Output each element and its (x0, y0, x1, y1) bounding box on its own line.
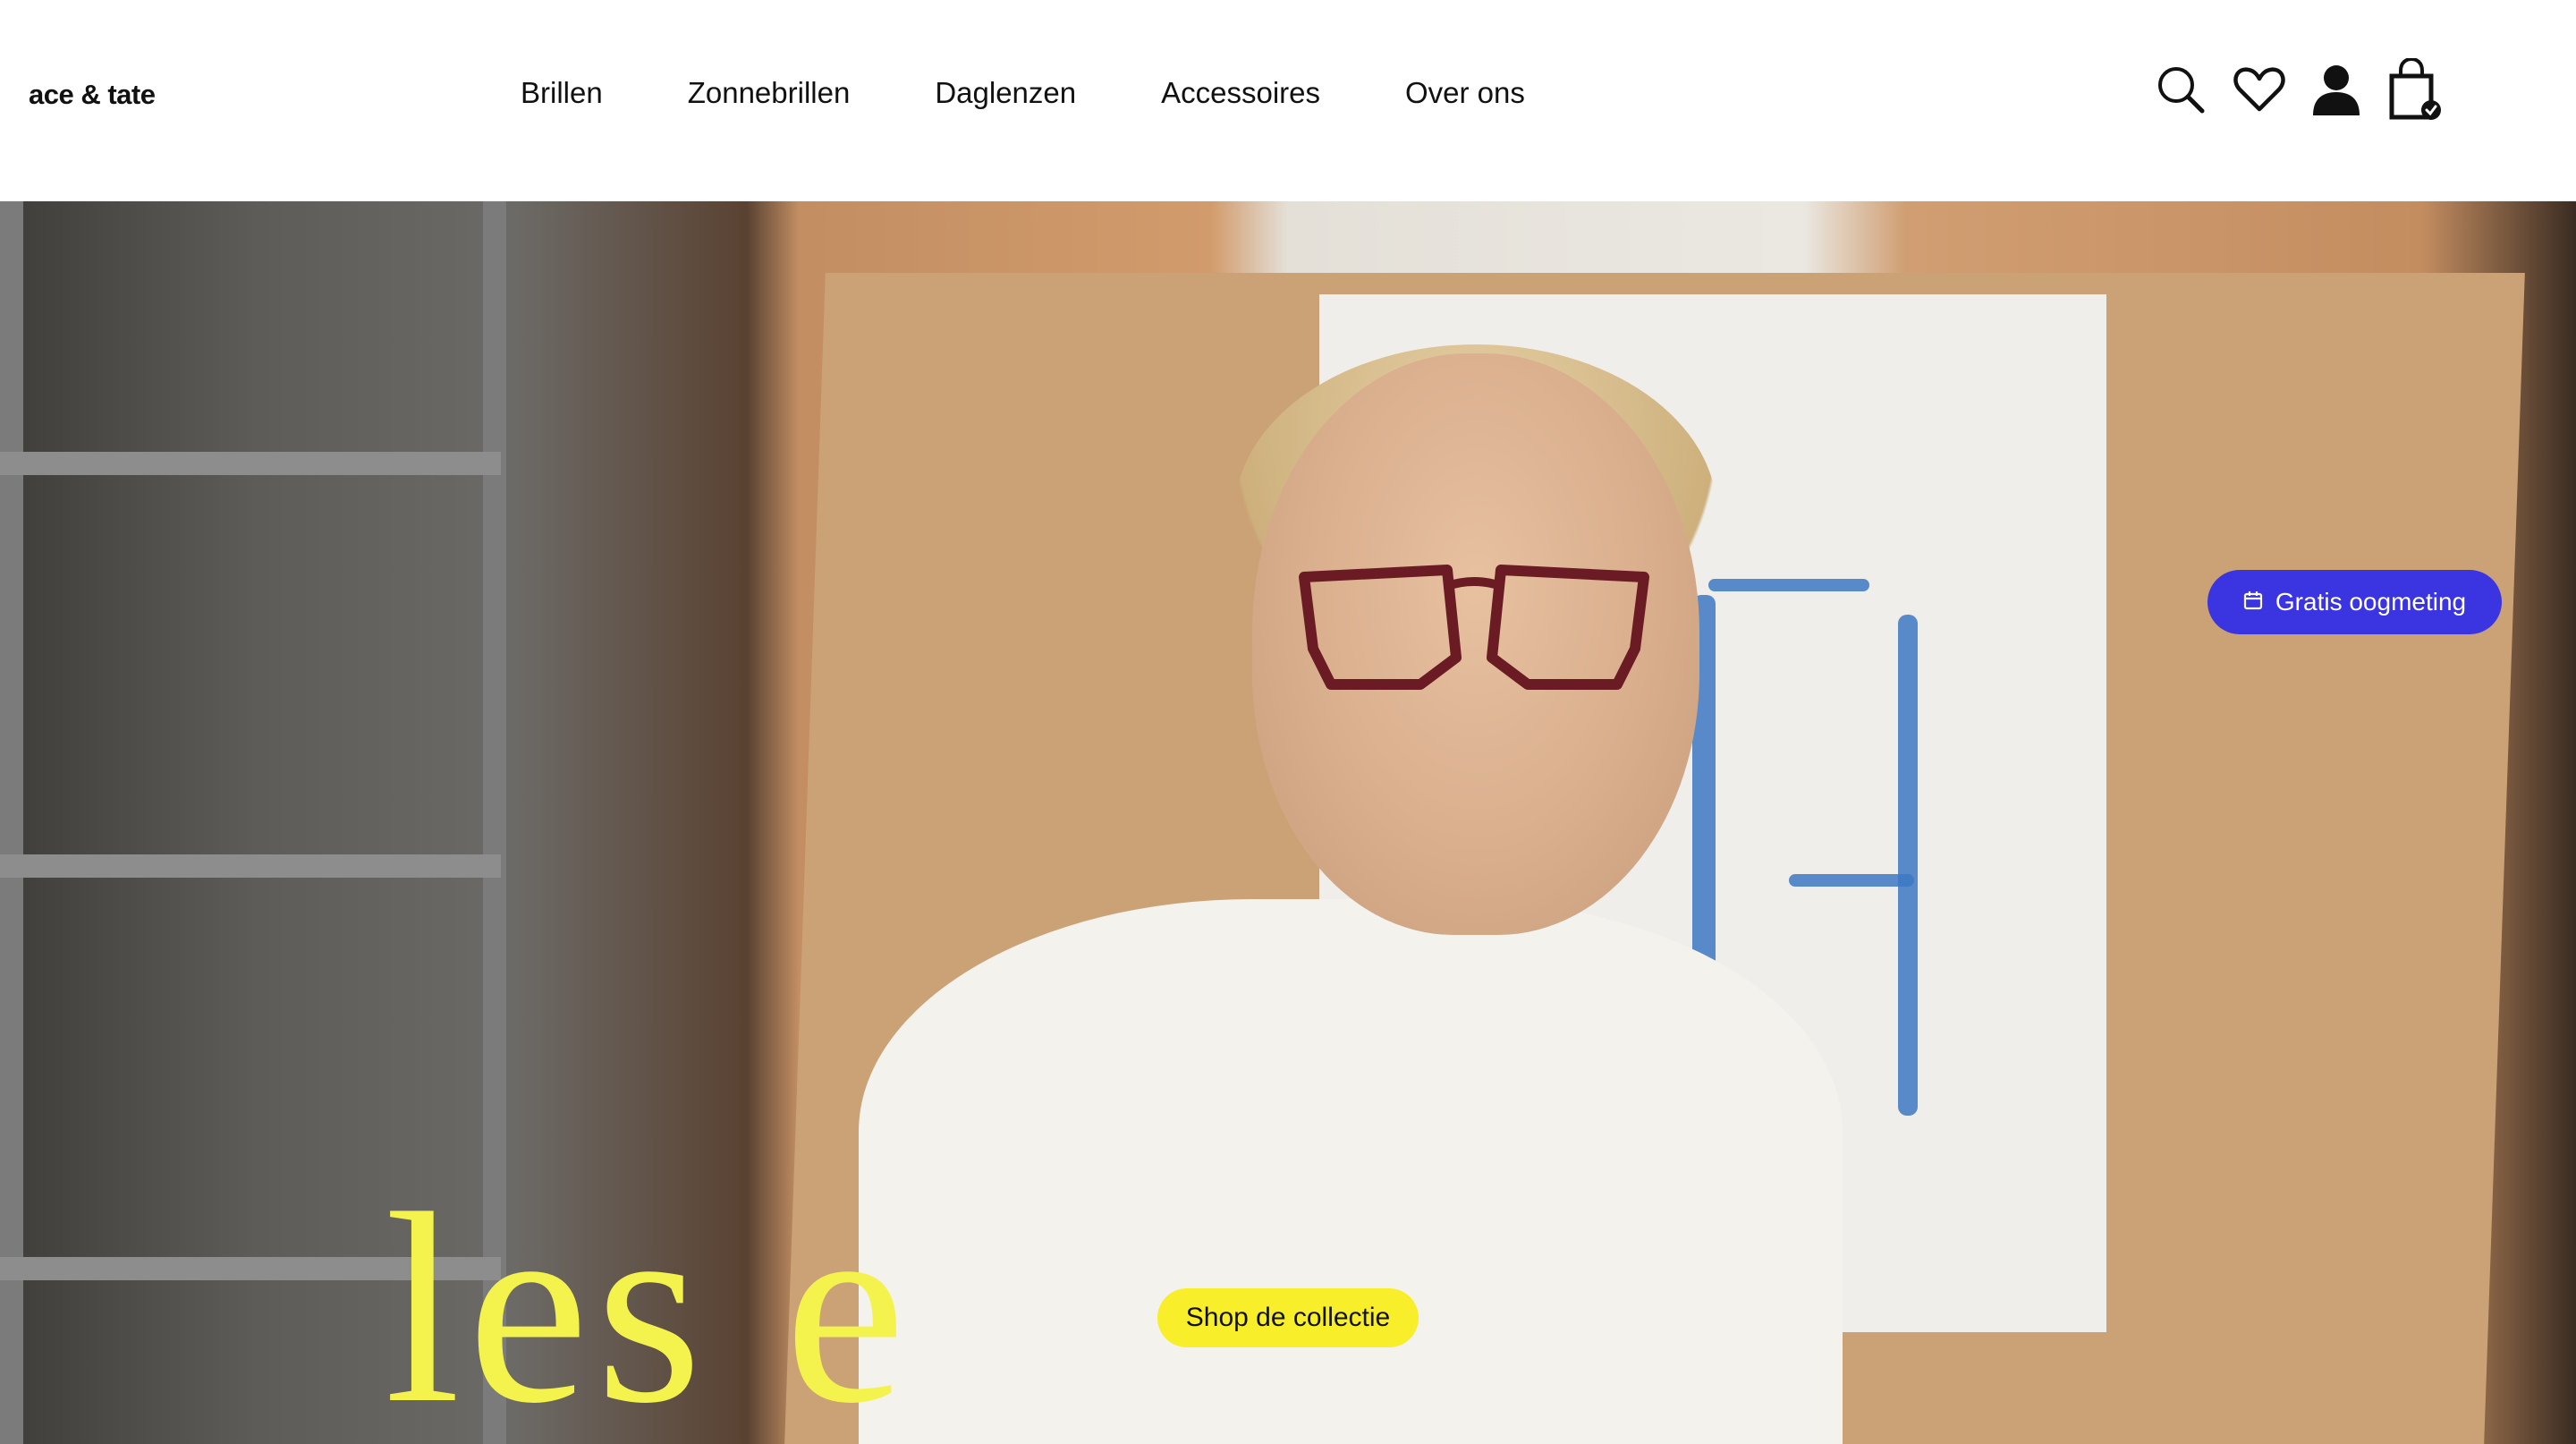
user-icon[interactable] (2308, 54, 2365, 125)
nav-item-daglenzen[interactable]: Daglenzen (935, 70, 1076, 116)
person-shirt (859, 899, 1843, 1444)
brand-logo[interactable]: ace & tate (29, 79, 156, 111)
hero-headline: les e (385, 1157, 913, 1444)
nav-item-zonnebrillen[interactable]: Zonnebrillen (688, 70, 851, 116)
shelf-band (0, 452, 501, 475)
paint-stroke (1789, 874, 1914, 887)
glasses-image (1299, 565, 1649, 690)
search-icon[interactable] (2152, 54, 2209, 125)
hero-video: les e Gratis oogmeting (0, 201, 2576, 1444)
nav-item-over-ons[interactable]: Over ons (1405, 70, 1525, 116)
heart-icon[interactable] (2231, 54, 2288, 125)
main-nav: Brillen Zonnebrillen Daglenzen Accessoir… (521, 70, 1610, 116)
nav-item-brillen[interactable]: Brillen (521, 70, 603, 116)
calendar-icon (2243, 588, 2263, 616)
free-eye-test-label: Gratis oogmeting (2275, 588, 2467, 616)
nav-item-accessoires[interactable]: Accessoires (1161, 70, 1320, 116)
paint-stroke (1898, 615, 1918, 1116)
free-eye-test-button[interactable]: Gratis oogmeting (2207, 570, 2502, 634)
shelf-band (0, 854, 501, 878)
shop-collection-button[interactable]: Shop de collectie (1157, 1288, 1419, 1347)
site-header: ace & tate Brillen Zonnebrillen Daglenze… (0, 0, 2576, 201)
shopping-bag-icon[interactable] (2386, 54, 2444, 125)
paint-stroke (1708, 579, 1869, 591)
